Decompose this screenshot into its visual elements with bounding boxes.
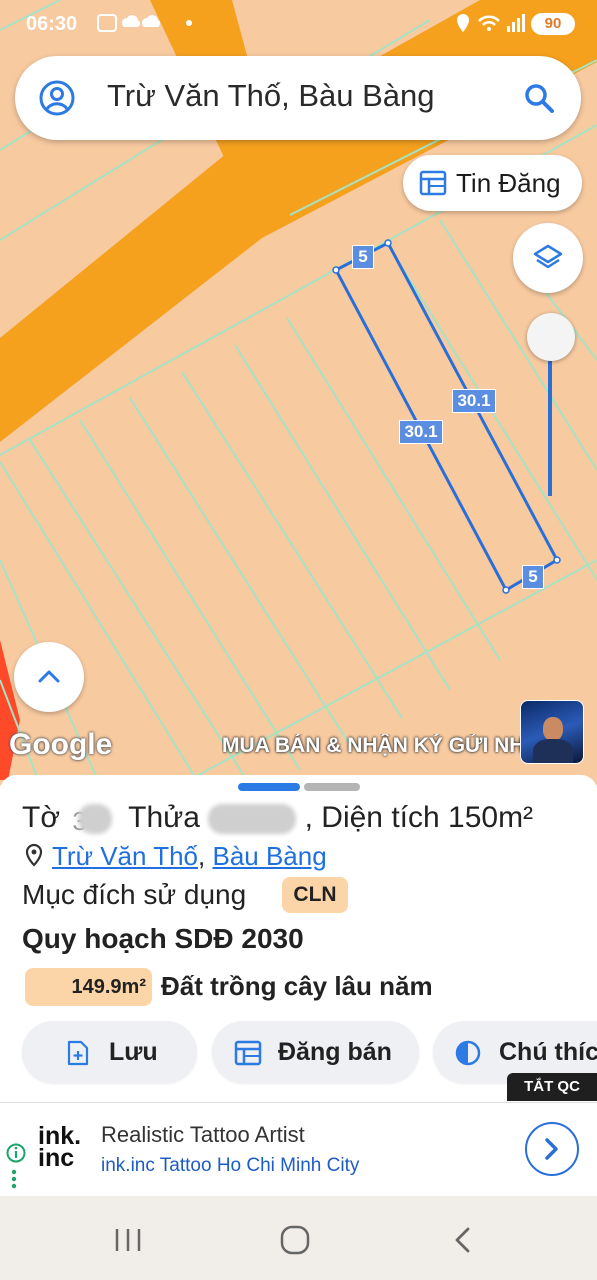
home-icon[interactable]	[279, 1225, 311, 1255]
system-nav-bar	[0, 1196, 597, 1280]
listing-icon	[234, 1040, 262, 1066]
battery-indicator: 90	[531, 13, 575, 35]
redacted-sheet-number: 3	[68, 804, 120, 836]
close-ad-button[interactable]: TẮT QC	[507, 1073, 597, 1101]
ad-banner[interactable]: ink. inc Realistic Tattoo Artist ink.inc…	[0, 1102, 597, 1196]
chevron-right-icon	[545, 1138, 558, 1160]
parcel-info-sheet: Tờ 3 Thửa , Diện tích 150m² Trừ Văn Thố,…	[0, 775, 597, 1105]
parcel-title: Tờ 3 Thửa , Diện tích 150m²	[22, 801, 534, 836]
contrast-icon	[455, 1040, 481, 1066]
tin-dang-button[interactable]: Tin Đăng	[403, 155, 582, 211]
expand-up-button[interactable]	[14, 642, 84, 712]
save-button[interactable]: Lưu	[22, 1021, 197, 1083]
info-icon[interactable]	[6, 1143, 26, 1163]
address-street-link[interactable]: Trừ Văn Thố	[52, 841, 198, 871]
listing-icon	[419, 170, 447, 196]
layers-icon	[533, 244, 563, 269]
add-file-icon	[67, 1040, 89, 1066]
edge-label-bottom: 5	[522, 565, 544, 589]
more-vertical-icon[interactable]	[11, 1169, 17, 1189]
opacity-slider-track[interactable]	[548, 360, 552, 496]
search-icon[interactable]	[523, 82, 555, 114]
plan-title: Quy hoạch SDĐ 2030	[22, 923, 304, 954]
edge-label-left: 30.1	[399, 420, 443, 444]
account-icon[interactable]	[39, 80, 75, 116]
parcel-address: Trừ Văn Thố, Bàu Bàng	[24, 841, 327, 872]
notification-icons	[96, 12, 166, 39]
system-icons	[457, 12, 527, 39]
sheet-handle[interactable]	[304, 783, 360, 791]
tin-dang-label: Tin Đăng	[456, 168, 561, 198]
recent-apps-icon[interactable]	[113, 1227, 143, 1253]
search-query[interactable]: Trừ Văn Thố, Bàu Bàng	[107, 78, 435, 114]
dot-icon	[186, 20, 192, 26]
status-bar: 06:30 90	[0, 0, 597, 52]
ad-title: Realistic Tattoo Artist	[101, 1122, 305, 1147]
plan-type-label: Đất trồng cây lâu năm	[161, 971, 433, 1001]
search-bar[interactable]: Trừ Văn Thố, Bàu Bàng	[15, 56, 581, 140]
edge-label-top: 5	[352, 245, 374, 269]
status-time: 06:30	[26, 13, 78, 35]
wifi-signal-icon	[457, 14, 525, 32]
opacity-slider-knob[interactable]	[527, 313, 575, 361]
google-attribution: Google	[9, 728, 113, 761]
layers-button[interactable]	[513, 223, 583, 293]
ad-open-button[interactable]	[525, 1122, 579, 1176]
redacted-parcel-number	[208, 804, 297, 835]
back-icon[interactable]	[451, 1226, 473, 1254]
selected-parcel[interactable]	[333, 240, 560, 593]
edge-label-right: 30.1	[452, 389, 496, 413]
cloud-icon	[97, 14, 161, 32]
banner-thumbnail[interactable]	[520, 700, 584, 764]
parcel-area: 150m²	[448, 801, 534, 834]
ad-subtitle: ink.inc Tattoo Ho Chi Minh City	[101, 1155, 360, 1176]
address-district-link[interactable]: Bàu Bàng	[212, 841, 326, 871]
location-pin-icon	[25, 843, 43, 867]
purpose-code-badge: CLN	[282, 877, 348, 913]
ad-logo: ink. inc	[38, 1122, 82, 1172]
sheet-handle-active[interactable]	[238, 783, 300, 791]
post-sale-button[interactable]: Đăng bán	[212, 1021, 419, 1083]
marquee-text: MUA BÁN & NHẬN KÝ GỬI NHÀ ĐẤT	[222, 734, 520, 757]
plan-area-badge: 149.9m²	[25, 968, 152, 1006]
purpose-label: Mục đích sử dụng	[22, 879, 247, 910]
chevron-up-icon	[38, 670, 60, 683]
